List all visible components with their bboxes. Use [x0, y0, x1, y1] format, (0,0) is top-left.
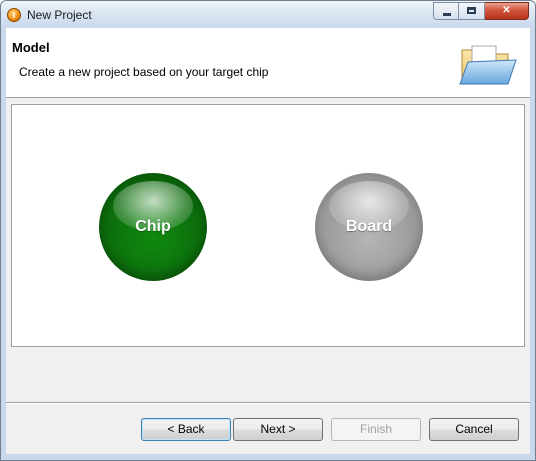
new-project-window: i New Project ✕ Model Create a new proje…: [0, 0, 536, 461]
button-bar-separator-highlight: [6, 403, 530, 404]
app-icon: i: [7, 8, 21, 22]
cancel-button[interactable]: Cancel: [429, 418, 519, 441]
board-label: Board: [345, 218, 393, 235]
close-button[interactable]: ✕: [485, 2, 529, 20]
close-icon: ✕: [502, 5, 511, 16]
board-option-button[interactable]: Board: [315, 173, 423, 281]
wizard-header: Model Create a new project based on your…: [6, 28, 530, 98]
title-bar[interactable]: i New Project ✕: [1, 1, 535, 28]
finish-button: Finish: [331, 418, 421, 441]
chip-option-button[interactable]: Chip: [99, 173, 207, 281]
folder-open-icon: [459, 45, 517, 85]
window-controls: ✕: [433, 2, 529, 21]
dialog-body: Model Create a new project based on your…: [6, 28, 530, 454]
page-description: Create a new project based on your targe…: [19, 65, 269, 79]
minimize-icon: [443, 13, 451, 16]
next-button[interactable]: Next >: [233, 418, 323, 441]
model-selection-panel: Chip Board: [11, 104, 525, 347]
maximize-icon: [467, 7, 476, 14]
maximize-button[interactable]: [459, 2, 485, 20]
page-title: Model: [12, 40, 50, 55]
window-title: New Project: [27, 8, 92, 22]
minimize-button[interactable]: [433, 2, 459, 20]
chip-label: Chip: [135, 218, 171, 235]
back-button[interactable]: < Back: [141, 418, 231, 441]
